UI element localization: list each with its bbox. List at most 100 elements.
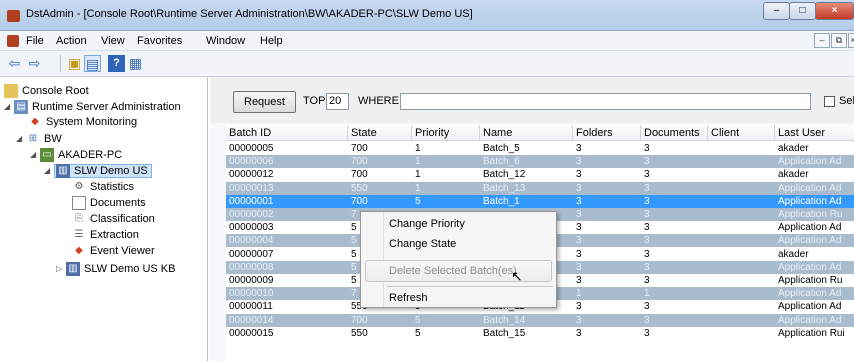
cell-name: Batch_5 [483, 143, 520, 154]
column-priority[interactable]: Priority [412, 125, 480, 141]
cell-folders: 3 [576, 248, 582, 260]
cell-client [708, 208, 775, 221]
network-icon: ⊞ [28, 133, 38, 145]
classification-icon: ⎘ [75, 213, 83, 225]
show-tree-icon[interactable]: ▤ [84, 55, 101, 72]
cell-documents: 3 [644, 182, 650, 194]
help-icon[interactable]: ? [108, 55, 125, 72]
forward-arrow-icon[interactable]: ⇨ [26, 55, 43, 72]
tree-item-console-root[interactable]: Console Root [4, 83, 89, 99]
column-folders[interactable]: Folders [573, 125, 641, 141]
select-checkbox[interactable] [824, 96, 835, 107]
column-name[interactable]: Name [480, 125, 573, 141]
panel-icon[interactable]: ▦ [127, 55, 144, 72]
select-label: Sele [839, 95, 854, 107]
menu-item-change-priority[interactable]: Change Priority [389, 218, 465, 230]
statistics-icon: ⚙ [74, 181, 84, 193]
mdi-minimize-button[interactable]: – [814, 33, 830, 48]
mdi-restore-button[interactable]: ⧉ [831, 33, 847, 48]
tree-item-event-viewer[interactable]: ◆ Event Viewer [72, 243, 154, 259]
column-state[interactable]: State [348, 125, 412, 141]
table-row[interactable]: 00000013 550 1 Batch_13 3 3 Application Ad [226, 181, 854, 195]
folder-up-icon[interactable]: ▣ [66, 55, 83, 72]
cell-client [708, 182, 775, 195]
cell-client [708, 314, 775, 327]
cell-last-user: Application Ad [778, 314, 842, 326]
cell-state: 700 [351, 314, 368, 326]
back-arrow-icon[interactable]: ⇦ [6, 55, 23, 72]
menu-view[interactable]: View [101, 35, 125, 47]
tree-item-slw-demo-us[interactable]: ◢ ▥ SLW Demo US [44, 163, 152, 179]
column-client[interactable]: Client [708, 125, 775, 141]
cell-client [708, 195, 775, 208]
menu-item-change-state[interactable]: Change State [389, 238, 456, 250]
menu-favorites[interactable]: Favorites [137, 35, 182, 47]
cell-documents: 3 [644, 222, 650, 234]
collapse-icon[interactable]: ◢ [16, 131, 26, 147]
cell-folders: 3 [576, 222, 582, 234]
grid-header: Batch ID State Priority Name Folders Doc… [226, 125, 854, 141]
cell-last-user: Application Ad [778, 301, 842, 313]
tree-item-slw-demo-us-kb[interactable]: ▷ ▥ SLW Demo US KB [56, 261, 176, 277]
toolbar: ⇦ ⇨ ▣ ▤ ? ▦ [0, 51, 854, 77]
close-button[interactable]: × [815, 2, 854, 20]
where-label: WHERE [358, 95, 399, 107]
event-viewer-icon: ◆ [75, 245, 83, 257]
cell-documents: 3 [644, 314, 650, 326]
table-row[interactable]: 00000015 550 5 Batch_15 3 3 Application Rui [226, 327, 854, 340]
collapse-icon[interactable]: ◢ [30, 147, 40, 163]
menu-item-delete-batches[interactable]: Delete Selected Batch(es) [389, 265, 517, 277]
column-documents[interactable]: Documents [641, 125, 708, 141]
column-batch-id[interactable]: Batch ID [226, 125, 348, 141]
tree-item-documents[interactable]: Documents [72, 195, 146, 211]
table-row[interactable]: 00000001 700 5 Batch_1 3 3 Application Ad [226, 194, 854, 208]
menu-window[interactable]: Window [206, 35, 245, 47]
cell-folders: 3 [576, 209, 582, 220]
mdi-close-button[interactable]: × [848, 33, 854, 48]
cell-batch-id: 00000001 [229, 195, 274, 207]
table-row[interactable]: 00000012 700 1 Batch_12 3 3 akader [226, 168, 854, 181]
menu-item-refresh[interactable]: Refresh [389, 292, 428, 304]
collapse-icon[interactable]: ◢ [4, 99, 14, 115]
top-input[interactable]: 20 [326, 93, 349, 110]
expand-icon[interactable]: ▷ [56, 261, 66, 277]
cell-client [708, 300, 775, 313]
table-row[interactable]: 00000006 700 1 Batch_6 3 3 Application Ad [226, 155, 854, 169]
cell-state: 700 [351, 169, 368, 181]
cell-documents: 3 [644, 261, 650, 273]
table-row[interactable]: 00000014 700 5 Batch_14 3 3 Application Ad [226, 313, 854, 327]
cell-priority: 5 [415, 327, 421, 339]
where-input[interactable] [400, 93, 811, 110]
extraction-icon: ☰ [74, 229, 84, 241]
collapse-icon[interactable]: ◢ [44, 163, 54, 179]
cell-documents: 3 [644, 327, 650, 339]
cell-last-user: Application Ru [778, 209, 843, 220]
menu-file[interactable]: File [26, 35, 44, 47]
cell-folders: 3 [576, 156, 582, 168]
menu-action[interactable]: Action [56, 35, 87, 47]
tree-item-system-monitoring[interactable]: ◆ System Monitoring [28, 114, 137, 130]
maximize-button[interactable]: □ [789, 2, 816, 20]
table-row[interactable]: 00000005 700 1 Batch_5 3 3 akader [226, 142, 854, 155]
menu-help[interactable]: Help [260, 35, 283, 47]
request-button[interactable]: Request [233, 91, 296, 113]
cell-folders: 3 [576, 235, 582, 247]
cell-documents: 3 [644, 248, 650, 260]
tree-item-statistics[interactable]: ⚙ Statistics [72, 179, 135, 195]
cell-client [708, 274, 775, 287]
tree-item-akader-pc[interactable]: ◢ ▭ AKADER-PC [30, 147, 122, 163]
tree-item-runtime-server-admin[interactable]: ◢ ▤ Runtime Server Administration [4, 99, 181, 115]
minimize-button[interactable]: – [763, 2, 790, 20]
project-icon: ▥ [66, 262, 80, 277]
cell-folders: 3 [576, 195, 582, 207]
tree-item-bw[interactable]: ◢ ⊞ BW [16, 131, 62, 147]
cell-documents: 3 [644, 209, 650, 220]
document-window-icon[interactable] [7, 35, 19, 47]
cell-last-user: akader [778, 248, 809, 260]
tree-item-extraction[interactable]: ☰ Extraction [72, 227, 139, 243]
menu-separator [387, 286, 553, 287]
document-icon [72, 196, 86, 211]
cell-folders: 3 [576, 327, 582, 339]
tree-item-classification[interactable]: ⎘ Classification [72, 211, 155, 227]
column-last-user[interactable]: Last User [775, 125, 854, 141]
